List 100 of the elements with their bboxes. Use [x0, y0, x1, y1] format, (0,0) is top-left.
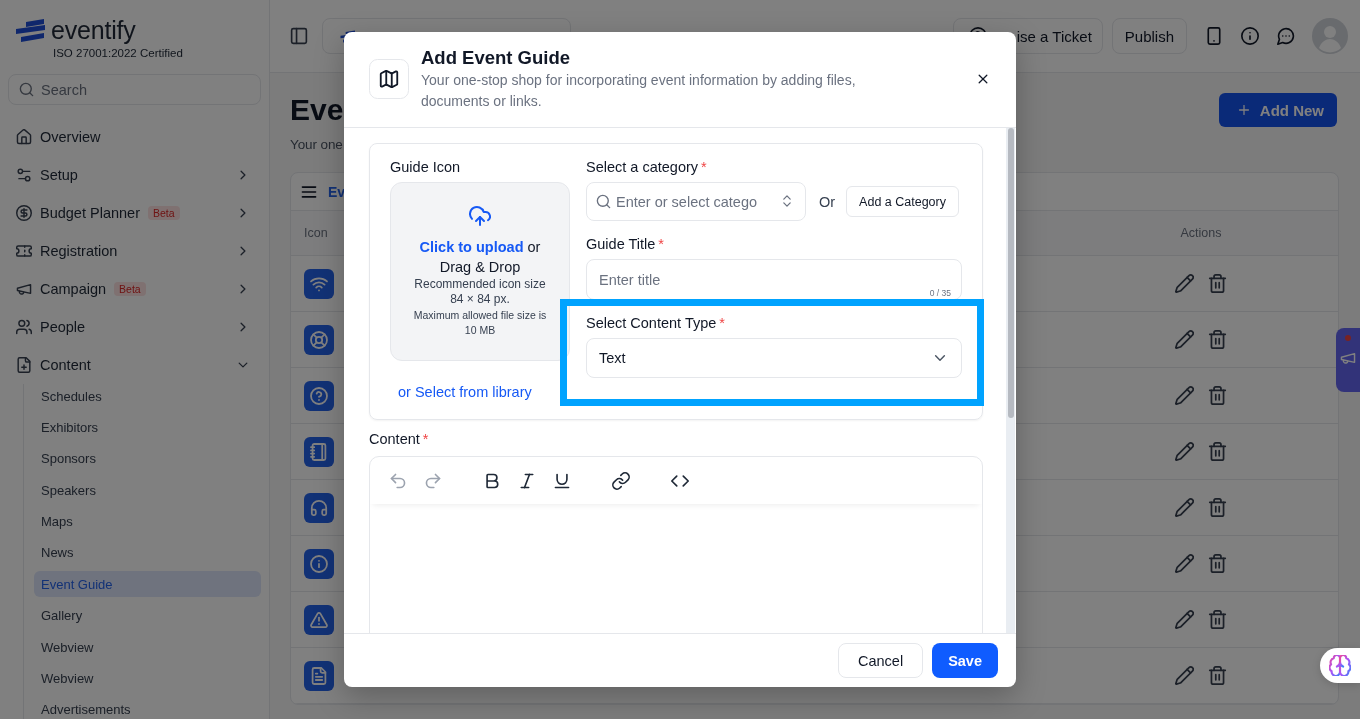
nav-item[interactable]: Registration — [8, 232, 261, 270]
feedback-tab[interactable] — [1336, 328, 1360, 392]
nav-subitem[interactable]: Gallery — [34, 602, 261, 629]
pencil-icon[interactable] — [1175, 498, 1194, 517]
close-icon[interactable] — [976, 72, 990, 86]
nav-subitem[interactable]: Exhibitors — [34, 414, 261, 441]
file-size-hint: Maximum allowed file size is 10 MB — [412, 308, 548, 338]
field-label: Select a category — [586, 158, 699, 176]
megaphone-icon — [1340, 350, 1356, 366]
pencil-icon[interactable] — [1175, 330, 1194, 349]
dialog-description: Your one-stop shop for incorporating event information by adding files, documents or links. — [421, 71, 857, 111]
content-type-select[interactable]: Text — [586, 338, 962, 378]
brand-name: eventify — [51, 16, 136, 44]
table-title: Ev — [328, 183, 346, 200]
nav-item[interactable]: Campaign Beta — [8, 270, 261, 308]
publish-button[interactable]: Publish — [1111, 18, 1187, 54]
icon-size-hint: Recommended icon size 84 × 84 px. — [413, 277, 547, 307]
nav-subitem[interactable]: Advertisements — [34, 696, 261, 719]
dollar-circle-icon — [16, 205, 32, 221]
field-label: Guide Title — [586, 235, 656, 253]
plus-icon — [1236, 103, 1251, 117]
pencil-icon[interactable] — [1175, 554, 1194, 573]
certification-text: ISO 27001:2022 Certified — [53, 46, 183, 60]
nav-subitem[interactable]: Schedules — [34, 383, 261, 409]
notebook-icon — [304, 436, 334, 467]
field-label: Guide Icon — [390, 158, 461, 176]
scrollbar-track[interactable] — [1006, 128, 1015, 633]
add-new-button[interactable]: Add New — [1218, 93, 1337, 127]
logo-icon — [15, 17, 46, 43]
home-icon — [16, 129, 32, 145]
assistant-button[interactable] — [1320, 648, 1360, 683]
italic-icon[interactable] — [518, 471, 536, 490]
nav-item[interactable]: People — [8, 308, 261, 346]
dialog-title: Add Event Guide — [421, 46, 571, 70]
trash-icon[interactable] — [1208, 498, 1227, 517]
nav-item[interactable]: Content — [8, 346, 261, 384]
phone-icon[interactable] — [1205, 27, 1223, 45]
cloud-upload-icon — [469, 205, 491, 227]
column-header: Actions — [1180, 226, 1222, 240]
nav-subitem[interactable]: Speakers — [34, 477, 261, 504]
sliders-icon — [16, 167, 32, 183]
cancel-button[interactable]: Cancel — [838, 643, 924, 678]
nav-subitem[interactable]: Webview — [34, 634, 261, 661]
pencil-icon[interactable] — [1175, 442, 1194, 461]
trash-icon[interactable] — [1208, 554, 1227, 573]
nav-item[interactable]: Overview — [8, 118, 261, 156]
nav-subitem[interactable]: Maps — [34, 508, 261, 535]
megaphone-icon — [16, 281, 32, 297]
info-icon[interactable] — [1241, 27, 1259, 45]
wifi-icon — [304, 268, 334, 299]
chat-icon[interactable] — [1277, 27, 1295, 45]
file-plus-icon — [16, 357, 32, 373]
trash-icon[interactable] — [1208, 610, 1227, 629]
nav-subitem[interactable]: Sponsors — [34, 445, 261, 472]
beta-tag: Beta — [114, 282, 146, 296]
lifebuoy-icon — [304, 324, 334, 355]
pencil-icon[interactable] — [1175, 666, 1194, 685]
nav-subitem[interactable]: News — [34, 539, 261, 566]
link-icon[interactable] — [612, 471, 630, 490]
scrollbar-thumb[interactable] — [1007, 128, 1014, 418]
upload-link[interactable]: Click to upload — [419, 239, 524, 255]
trash-icon[interactable] — [1208, 330, 1227, 349]
brain-icon — [1329, 655, 1351, 676]
underline-icon[interactable] — [553, 471, 571, 490]
required-marker: * — [719, 314, 725, 332]
trash-icon[interactable] — [1208, 666, 1227, 685]
bold-icon[interactable] — [483, 471, 501, 490]
column-header: Icon — [304, 226, 328, 240]
pencil-icon[interactable] — [1175, 386, 1194, 405]
map-icon — [369, 59, 409, 99]
category-combobox[interactable]: Enter or select catego — [586, 182, 806, 221]
search-field[interactable]: Search — [8, 74, 261, 105]
required-marker: * — [658, 235, 664, 253]
trash-icon[interactable] — [1208, 386, 1227, 405]
upload-instructions: Click to upload or Drag & Drop — [418, 238, 542, 277]
beta-tag: Beta — [147, 206, 180, 220]
trash-icon[interactable] — [1208, 274, 1227, 293]
sidebar-toggle-icon[interactable] — [290, 27, 308, 45]
add-category-button[interactable]: Add a Category — [846, 186, 959, 217]
document-icon — [304, 660, 334, 691]
nav-item[interactable]: Setup — [8, 156, 261, 194]
nav-subitem[interactable]: Webview — [34, 665, 261, 692]
up-down-chevron-icon — [780, 194, 794, 208]
nav-subitem[interactable]: Event Guide — [34, 571, 261, 598]
field-label: Content — [369, 430, 420, 448]
save-button[interactable]: Save — [932, 643, 998, 678]
required-marker: * — [422, 430, 429, 448]
nav-item[interactable]: Budget Planner Beta — [8, 194, 261, 232]
or-text: Or — [819, 193, 836, 210]
pencil-icon[interactable] — [1175, 274, 1194, 293]
search-icon — [19, 82, 34, 97]
page-title: Eve — [290, 93, 344, 127]
search-icon — [596, 194, 611, 209]
library-link[interactable]: or Select from library — [398, 382, 532, 402]
headphones-icon — [304, 492, 334, 523]
page-subtitle: Your one — [290, 136, 343, 154]
upload-dropzone[interactable]: Click to upload or Drag & Drop Recommended icon size 84 × 84 px. Maximum allowed file size is 10 MB — [390, 182, 570, 361]
ticket-icon — [16, 243, 32, 259]
trash-icon[interactable] — [1208, 442, 1227, 461]
pencil-icon[interactable] — [1175, 610, 1194, 629]
